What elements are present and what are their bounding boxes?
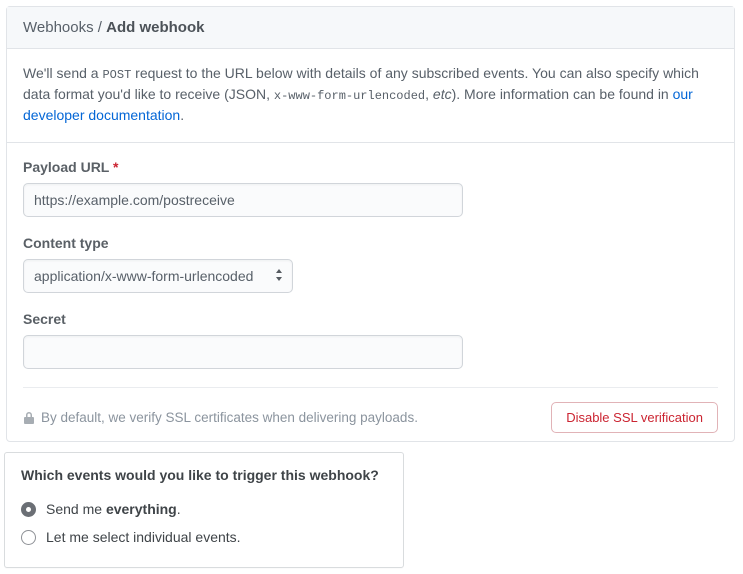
breadcrumb-current: Add webhook — [106, 19, 204, 36]
ssl-info: By default, we verify SSL certificates w… — [23, 410, 418, 425]
webhook-panel: Webhooks / Add webhook We'll send a POST… — [6, 6, 735, 442]
breadcrumb: Webhooks / Add webhook — [7, 7, 734, 49]
radio-select-individual[interactable]: Let me select individual events. — [21, 523, 387, 551]
lock-icon — [23, 411, 35, 425]
form-body: Payload URL * Content type application/x… — [7, 143, 734, 441]
radio-icon — [21, 502, 36, 517]
secret-label: Secret — [23, 311, 718, 327]
content-type-field: Content type application/x-www-form-urle… — [23, 235, 718, 293]
secret-field: Secret — [23, 311, 718, 369]
content-type-label: Content type — [23, 235, 718, 251]
radio-everything[interactable]: Send me everything. — [21, 495, 387, 523]
content-type-select[interactable]: application/x-www-form-urlencoded — [23, 259, 293, 293]
encoding-code: x-www-form-urlencoded — [274, 89, 425, 103]
secret-input[interactable] — [23, 335, 463, 369]
ssl-row: By default, we verify SSL certificates w… — [23, 387, 718, 433]
payload-url-input[interactable] — [23, 183, 463, 217]
disable-ssl-button[interactable]: Disable SSL verification — [551, 402, 718, 433]
payload-url-field: Payload URL * — [23, 159, 718, 217]
events-title: Which events would you like to trigger t… — [21, 467, 387, 483]
events-card: Which events would you like to trigger t… — [4, 452, 404, 568]
intro-text: We'll send a POST request to the URL bel… — [7, 49, 734, 143]
http-method: POST — [102, 68, 131, 82]
required-indicator: * — [113, 159, 118, 175]
radio-icon — [21, 530, 36, 545]
breadcrumb-root[interactable]: Webhooks — [23, 19, 94, 36]
payload-url-label: Payload URL * — [23, 159, 718, 175]
